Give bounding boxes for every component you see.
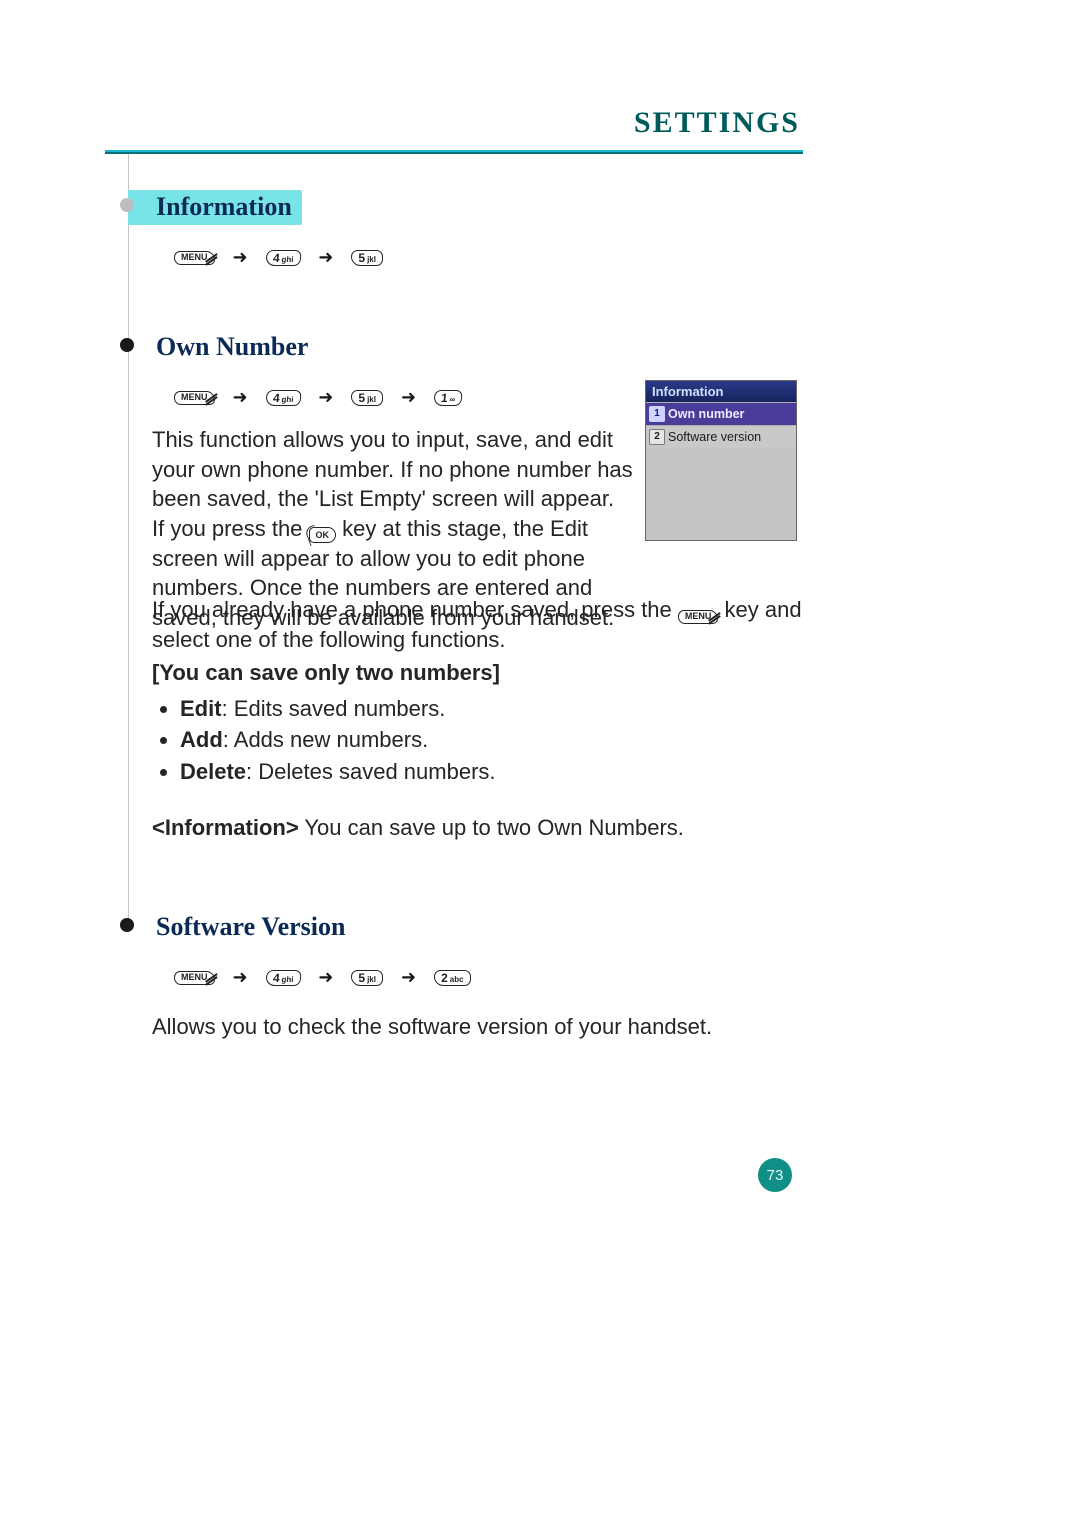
info-label: <Information>: [152, 815, 299, 840]
own-number-info-note: <Information> You can save up to two Own…: [152, 813, 788, 843]
section-software-version: Software Version MENU ➜ 4ghi ➜ 5jkl ➜ 2a…: [128, 910, 802, 988]
margin-rule: [128, 154, 129, 924]
mock-title: Information: [646, 381, 796, 402]
key-sequence: MENU ➜ 4ghi ➜ 5jkl: [174, 247, 802, 268]
own-number-para2: If you already have a phone number saved…: [152, 595, 804, 654]
arrow-icon: ➜: [401, 967, 416, 988]
mock-item-label: Own number: [668, 407, 744, 421]
mock-item-index: 1: [649, 406, 665, 422]
mock-item-index: 2: [649, 429, 665, 445]
mock-body: [646, 448, 796, 540]
func-name: Edit: [180, 696, 222, 721]
title-underline: [105, 150, 803, 154]
func-desc: : Edits saved numbers.: [222, 696, 446, 721]
menu-key-icon: MENU: [174, 251, 215, 265]
arrow-icon: ➜: [233, 387, 248, 408]
section-heading: Information: [128, 190, 302, 225]
section-information: Information MENU ➜ 4ghi ➜ 5jkl: [128, 190, 802, 268]
arrow-icon: ➜: [233, 247, 248, 268]
func-name: Delete: [180, 759, 246, 784]
key-sequence: MENU ➜ 4ghi ➜ 5jkl ➜ 2abc: [174, 967, 802, 988]
section-heading: Own Number: [128, 330, 318, 365]
func-name: Add: [180, 727, 223, 752]
mock-item-software-version: 2 Software version: [646, 425, 796, 448]
section-bullet-icon: [120, 338, 134, 352]
manual-page: SETTINGS Information MENU ➜ 4ghi ➜ 5jkl …: [0, 0, 1080, 1527]
list-item: Delete: Deletes saved numbers.: [180, 757, 788, 787]
section-bullet-icon: [120, 198, 134, 212]
text: This function allows you to input, save,…: [152, 427, 633, 511]
func-desc: : Deletes saved numbers.: [246, 759, 495, 784]
key-4-icon: 4ghi: [265, 250, 301, 266]
menu-key-icon: MENU: [174, 391, 215, 405]
software-version-para: Allows you to check the software version…: [152, 1012, 788, 1042]
info-text: You can save up to two Own Numbers.: [299, 815, 684, 840]
arrow-icon: ➜: [401, 387, 416, 408]
section-heading: Software Version: [128, 910, 355, 945]
phone-screen-mock: Information 1 Own number 2 Software vers…: [645, 380, 797, 541]
menu-key-icon: MENU: [174, 971, 215, 985]
text: If you already have a phone number saved…: [152, 597, 678, 622]
key-5-icon: 5jkl: [351, 970, 383, 986]
own-number-limit-note: [You can save only two numbers] Edit: Ed…: [152, 658, 788, 789]
mock-item-own-number: 1 Own number: [646, 402, 796, 425]
key-1-icon: 1∞: [433, 390, 463, 406]
page-number-badge: 73: [758, 1158, 792, 1192]
text: [You can save only two numbers]: [152, 660, 500, 685]
key-4-icon: 4ghi: [265, 970, 301, 986]
list-item: Add: Adds new numbers.: [180, 725, 788, 755]
section-bullet-icon: [120, 918, 134, 932]
arrow-icon: ➜: [233, 967, 248, 988]
function-list: Edit: Edits saved numbers. Add: Adds new…: [152, 694, 788, 787]
arrow-icon: ➜: [318, 247, 333, 268]
page-title: SETTINGS: [634, 106, 800, 140]
menu-key-icon: MENU: [678, 610, 719, 624]
list-item: Edit: Edits saved numbers.: [180, 694, 788, 724]
func-desc: : Adds new numbers.: [223, 727, 428, 752]
ok-key-icon: OK: [309, 527, 337, 543]
arrow-icon: ➜: [318, 967, 333, 988]
mock-item-label: Software version: [668, 430, 761, 444]
key-5-icon: 5jkl: [351, 390, 383, 406]
arrow-icon: ➜: [318, 387, 333, 408]
text: If you press the: [152, 516, 309, 541]
key-5-icon: 5jkl: [351, 250, 383, 266]
key-2-icon: 2abc: [434, 970, 470, 986]
key-4-icon: 4ghi: [265, 390, 301, 406]
